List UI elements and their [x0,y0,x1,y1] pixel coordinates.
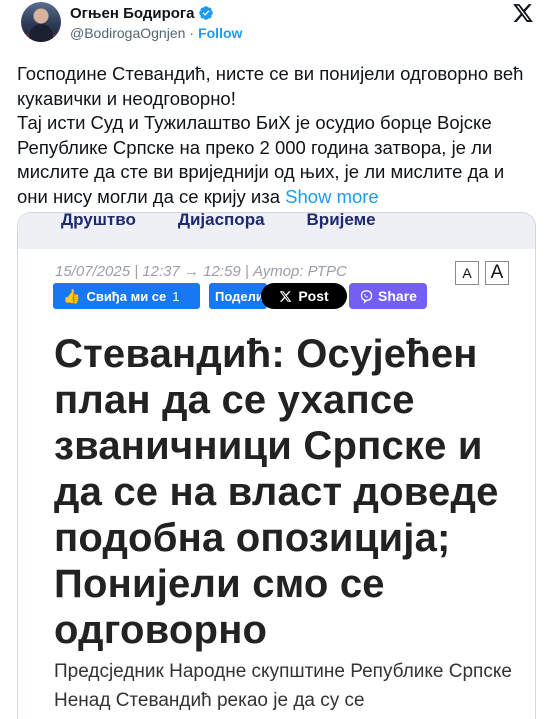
verified-badge-icon [199,6,214,20]
x-post-label: Post [298,288,329,304]
avatar[interactable] [21,2,61,42]
nav-item-dijaspora: Дијаспора [177,212,265,229]
viber-icon [360,289,373,304]
font-smaller-button: A [455,261,479,285]
author-handle[interactable]: @BodirogaOgnjen [70,25,185,41]
like-count: 1 [172,288,180,304]
facebook-like-button: 👍 Свиђа ми се 1 [53,283,200,309]
tweet-header: Огњен Бодирога @BodirogaOgnjen · Follow [0,0,551,50]
article-nav: Друштво Дијаспора Вријеме [18,213,535,249]
article-screenshot-card[interactable]: Друштво Дијаспора Вријеме 15/07/2025 | 1… [17,212,536,719]
separator-dot: · [189,25,195,41]
author-display-name[interactable]: Огњен Бодирога [70,5,194,22]
author-name-row: Огњен Бодирога [70,4,214,22]
thumbs-up-icon: 👍 [63,287,81,304]
tweet-paragraph-1: Господине Стевандић, нисте се ви понијел… [17,63,524,109]
facebook-share-button: Подели [209,283,267,309]
nav-item-vrijeme: Вријеме [306,212,376,229]
font-larger-button: A [485,261,509,285]
author-handle-row: @BodirogaOgnjen · Follow [70,25,242,41]
x-post-button: Post [261,283,347,309]
x-logo-icon[interactable] [512,2,534,24]
tweet-paragraph-2-text: Тај исти Суд и Тужилаштво БиХ је осудио … [17,112,505,207]
article-meta: 15/07/2025 | 12:37 → 12:59 | Аутор: РТРС [55,263,347,280]
tweet-paragraph-2: Тај исти Суд и Тужилаштво БиХ је осудио … [17,111,537,209]
follow-button[interactable]: Follow [198,25,242,41]
viber-share-button: Share [349,283,427,309]
nav-item-drustvo: Друштво [61,212,136,229]
tweet-text: Господине Стевандић, нисте се ви понијел… [17,62,537,209]
show-more-link[interactable]: Show more [285,186,379,207]
font-size-controls: A A [455,261,509,285]
article-headline: Стевандић: Осујећен план да се ухапсе зв… [54,332,499,652]
article-lede: Предсједник Народне скупштине Републике … [54,661,512,711]
viber-label: Share [378,288,417,304]
like-label: Свиђа ми се [86,288,167,304]
x-small-icon [280,290,292,302]
